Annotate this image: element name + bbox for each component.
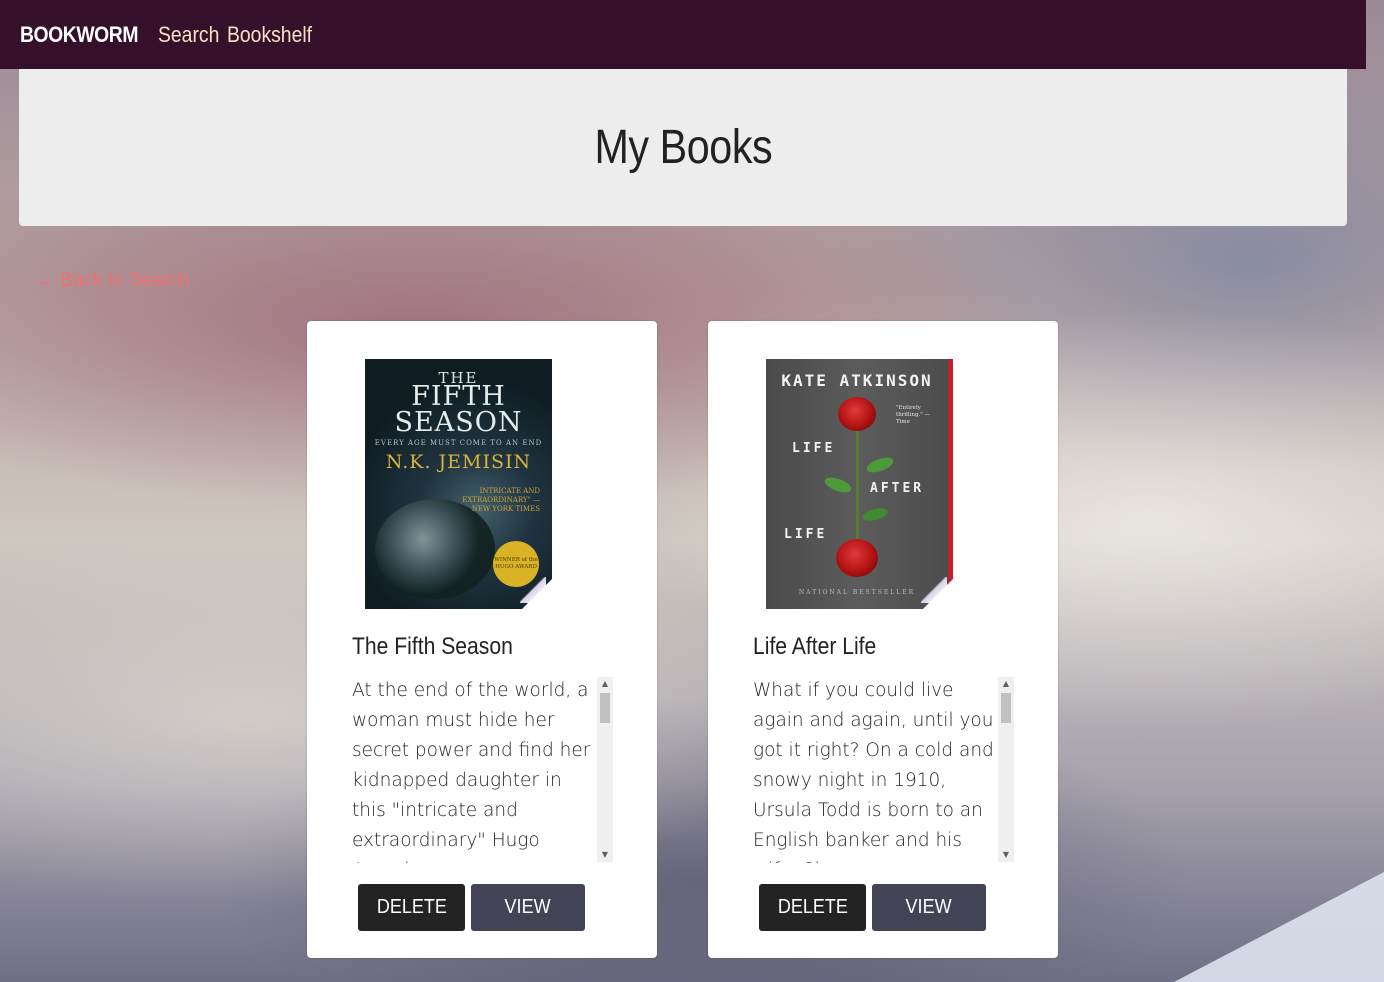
scroll-down-arrow-icon[interactable]: ▼ — [597, 848, 613, 862]
scroll-down-arrow-icon[interactable]: ▼ — [998, 848, 1014, 862]
nav-link-bookshelf[interactable]: Bookshelf — [227, 22, 312, 48]
rose-flower — [836, 539, 878, 577]
cover-text: SEASON — [394, 407, 523, 438]
book-description-box[interactable]: At the end of the world, a woman must hi… — [352, 676, 613, 863]
brand-logo[interactable]: BOOKWORM — [20, 22, 138, 48]
cover-text: LIFE — [784, 527, 828, 542]
book-title: Life After Life — [753, 633, 877, 660]
scroll-up-arrow-icon[interactable]: ▲ — [597, 677, 613, 691]
page-title: My Books — [594, 121, 772, 174]
cover-text: INTRICATE AND EXTRAORDINARY" —NEW YORK T… — [462, 487, 540, 513]
rose-flower — [838, 397, 876, 431]
book-cover-image[interactable]: KATE ATKINSON "Entirely thrilling." —Tim… — [766, 359, 953, 609]
view-button[interactable]: VIEW — [872, 884, 986, 931]
rose-leaf — [861, 505, 889, 524]
page-curl — [522, 579, 552, 609]
scroll-up-arrow-icon[interactable]: ▲ — [998, 677, 1014, 691]
delete-button-label: DELETE — [376, 896, 447, 918]
delete-button-label: DELETE — [777, 896, 848, 918]
cover-text: AFTER — [870, 481, 925, 496]
background-light-streak — [1174, 872, 1384, 982]
rose-leaf — [822, 474, 854, 496]
book-title: The Fifth Season — [352, 633, 513, 660]
view-button[interactable]: VIEW — [471, 884, 585, 931]
back-to-search-link[interactable]: ← Back to Search — [36, 270, 189, 292]
book-description: What if you could live again and again, … — [753, 680, 994, 863]
delete-button[interactable]: DELETE — [358, 884, 465, 931]
cover-author: N.K. JEMISIN — [385, 451, 532, 473]
cover-author: KATE ATKINSON — [781, 371, 933, 390]
book-cover-image[interactable]: THE FIFTH SEASON EVERY AGE MUST COME TO … — [365, 359, 552, 609]
scrollbar-thumb[interactable] — [600, 693, 610, 723]
book-card: THE FIFTH SEASON EVERY AGE MUST COME TO … — [307, 321, 657, 958]
book-description: At the end of the world, a woman must hi… — [352, 680, 591, 863]
cover-spine — [948, 359, 953, 609]
rose-leaf — [864, 454, 896, 476]
cover-text: EVERY AGE MUST COME TO AN END — [374, 439, 543, 447]
page-header: My Books — [19, 69, 1347, 226]
navbar: BOOKWORM Search Bookshelf — [0, 0, 1366, 69]
cover-art-swirl — [375, 499, 495, 599]
rose-stem — [856, 414, 859, 549]
scrollbar-thumb[interactable] — [1001, 693, 1011, 723]
cover-text: LIFE — [792, 441, 836, 456]
book-card: KATE ATKINSON "Entirely thrilling." —Tim… — [708, 321, 1058, 958]
view-button-label: VIEW — [504, 896, 552, 918]
description-scrollbar[interactable]: ▲ ▼ — [597, 677, 613, 862]
page-curl — [923, 579, 953, 609]
delete-button[interactable]: DELETE — [759, 884, 866, 931]
book-description-box[interactable]: What if you could live again and again, … — [753, 676, 1014, 863]
cover-text: "Entirely thrilling." —Time — [896, 405, 931, 425]
view-button-label: VIEW — [905, 896, 953, 918]
description-scrollbar[interactable]: ▲ ▼ — [998, 677, 1014, 862]
nav-link-search[interactable]: Search — [158, 22, 219, 48]
